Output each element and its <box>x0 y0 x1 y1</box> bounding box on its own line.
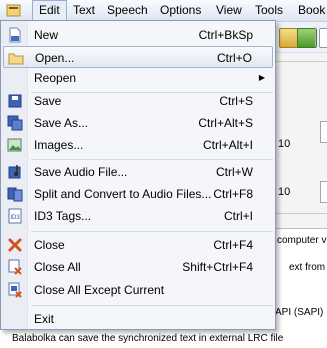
menu-item-shortcut: Ctrl+Alt+I <box>202 138 253 152</box>
menu-item-close[interactable]: Close Ctrl+F4 <box>3 234 273 256</box>
menu-item-images[interactable]: Images... Ctrl+Alt+I <box>3 134 273 156</box>
close-all-icon <box>8 259 22 275</box>
menu-item-label: Save <box>34 94 62 108</box>
new-document-icon <box>9 27 21 43</box>
menu-item-exit[interactable]: Exit <box>3 308 273 330</box>
menu-item-shortcut: Ctrl+W <box>216 165 253 179</box>
toolbar-partial-button[interactable] <box>319 28 327 48</box>
images-icon <box>7 138 22 152</box>
menu-item-open[interactable]: Open... Ctrl+O <box>3 46 273 68</box>
close-all-except-icon <box>8 282 22 298</box>
save-audio-icon <box>8 165 21 179</box>
menu-edit[interactable]: Edit <box>32 0 67 21</box>
menu-item-label: New <box>34 28 59 42</box>
file-menu-dropdown: New Ctrl+BkSp Open... Ctrl+O Reopen ▶ Sa… <box>0 20 276 330</box>
menu-item-shortcut: Ctrl+F4 <box>213 238 253 252</box>
toolbar-bookmark-button[interactable] <box>279 28 299 48</box>
menu-item-label: Save As... <box>34 116 89 130</box>
menu-text[interactable]: Text <box>67 0 101 21</box>
open-folder-icon <box>8 53 24 65</box>
menu-item-shortcut: Ctrl+Alt+S <box>198 116 253 130</box>
document-text-line: API (SAPI) <box>275 307 324 318</box>
menu-item-save[interactable]: Save Ctrl+S <box>3 90 273 112</box>
menu-item-label: Images... <box>34 138 84 152</box>
menu-item-reopen[interactable]: Reopen ▶ <box>3 67 273 89</box>
save-as-icon <box>7 115 23 131</box>
menu-view[interactable]: View <box>210 0 248 21</box>
document-text-line: computer v <box>277 235 327 246</box>
pitch-value: 10 <box>278 186 291 198</box>
menu-item-save-audio-file[interactable]: Save Audio File... Ctrl+W <box>3 161 273 183</box>
menu-tools[interactable]: Tools <box>249 0 289 21</box>
divider <box>276 213 327 214</box>
menu-item-label: ID3 Tags... <box>34 209 92 223</box>
menu-item-shortcut: Ctrl+O <box>216 51 252 65</box>
menu-item-label: Close All <box>34 260 81 274</box>
menu-item-shortcut: Ctrl+I <box>223 209 253 223</box>
id3-tags-icon: ID3 <box>8 208 22 224</box>
menu-item-label: Save Audio File... <box>34 165 128 179</box>
menu-item-new[interactable]: New Ctrl+BkSp <box>3 24 273 46</box>
close-icon <box>8 238 22 252</box>
menu-item-label: Close <box>34 238 65 252</box>
menu-item-shortcut: Ctrl+S <box>219 94 253 108</box>
menu-item-close-all-except-current[interactable]: Close All Except Current <box>3 279 273 301</box>
menu-item-label: Close All Except Current <box>34 283 165 297</box>
menu-options[interactable]: Options <box>154 0 207 21</box>
menu-separator <box>31 159 273 160</box>
menu-bookmarks[interactable]: Book <box>292 0 327 21</box>
menu-item-shortcut: Shift+Ctrl+F4 <box>182 260 253 274</box>
menu-item-id3-tags[interactable]: ID3 ID3 Tags... Ctrl+I <box>3 205 273 227</box>
split-convert-icon <box>7 187 23 202</box>
menu-item-label: Exit <box>34 312 55 326</box>
menu-item-save-as[interactable]: Save As... Ctrl+Alt+S <box>3 112 273 134</box>
menu-item-split-convert[interactable]: Split and Convert to Audio Files... Ctrl… <box>3 183 273 205</box>
submenu-arrow-icon: ▶ <box>258 73 265 82</box>
menu-item-shortcut: Ctrl+BkSp <box>198 28 253 42</box>
menu-item-label: Open... <box>35 51 75 65</box>
rate-spinner[interactable] <box>320 121 327 143</box>
svg-text:ID3: ID3 <box>10 215 20 221</box>
divider <box>276 61 327 62</box>
save-icon <box>8 94 22 108</box>
toolbar-tool-button[interactable] <box>297 28 317 48</box>
app-icon <box>6 4 21 17</box>
document-text-line: Balabolka can save the synchronized text… <box>12 333 284 344</box>
menu-item-close-all[interactable]: Close All Shift+Ctrl+F4 <box>3 256 273 278</box>
rate-value: 10 <box>278 138 291 150</box>
toolbar-separator <box>315 27 316 47</box>
pitch-spinner[interactable] <box>320 181 327 203</box>
menu-item-shortcut: Ctrl+F8 <box>213 187 253 201</box>
menu-item-label: Reopen <box>34 71 77 85</box>
menu-item-label: Split and Convert to Audio Files... <box>34 187 212 201</box>
menu-speech[interactable]: Speech <box>101 0 154 21</box>
menu-separator <box>31 231 273 232</box>
menubar: Edit Text Speech Options View Tools Book <box>0 0 327 22</box>
document-text-line: ext from DO <box>289 262 327 273</box>
menu-separator <box>31 305 273 306</box>
